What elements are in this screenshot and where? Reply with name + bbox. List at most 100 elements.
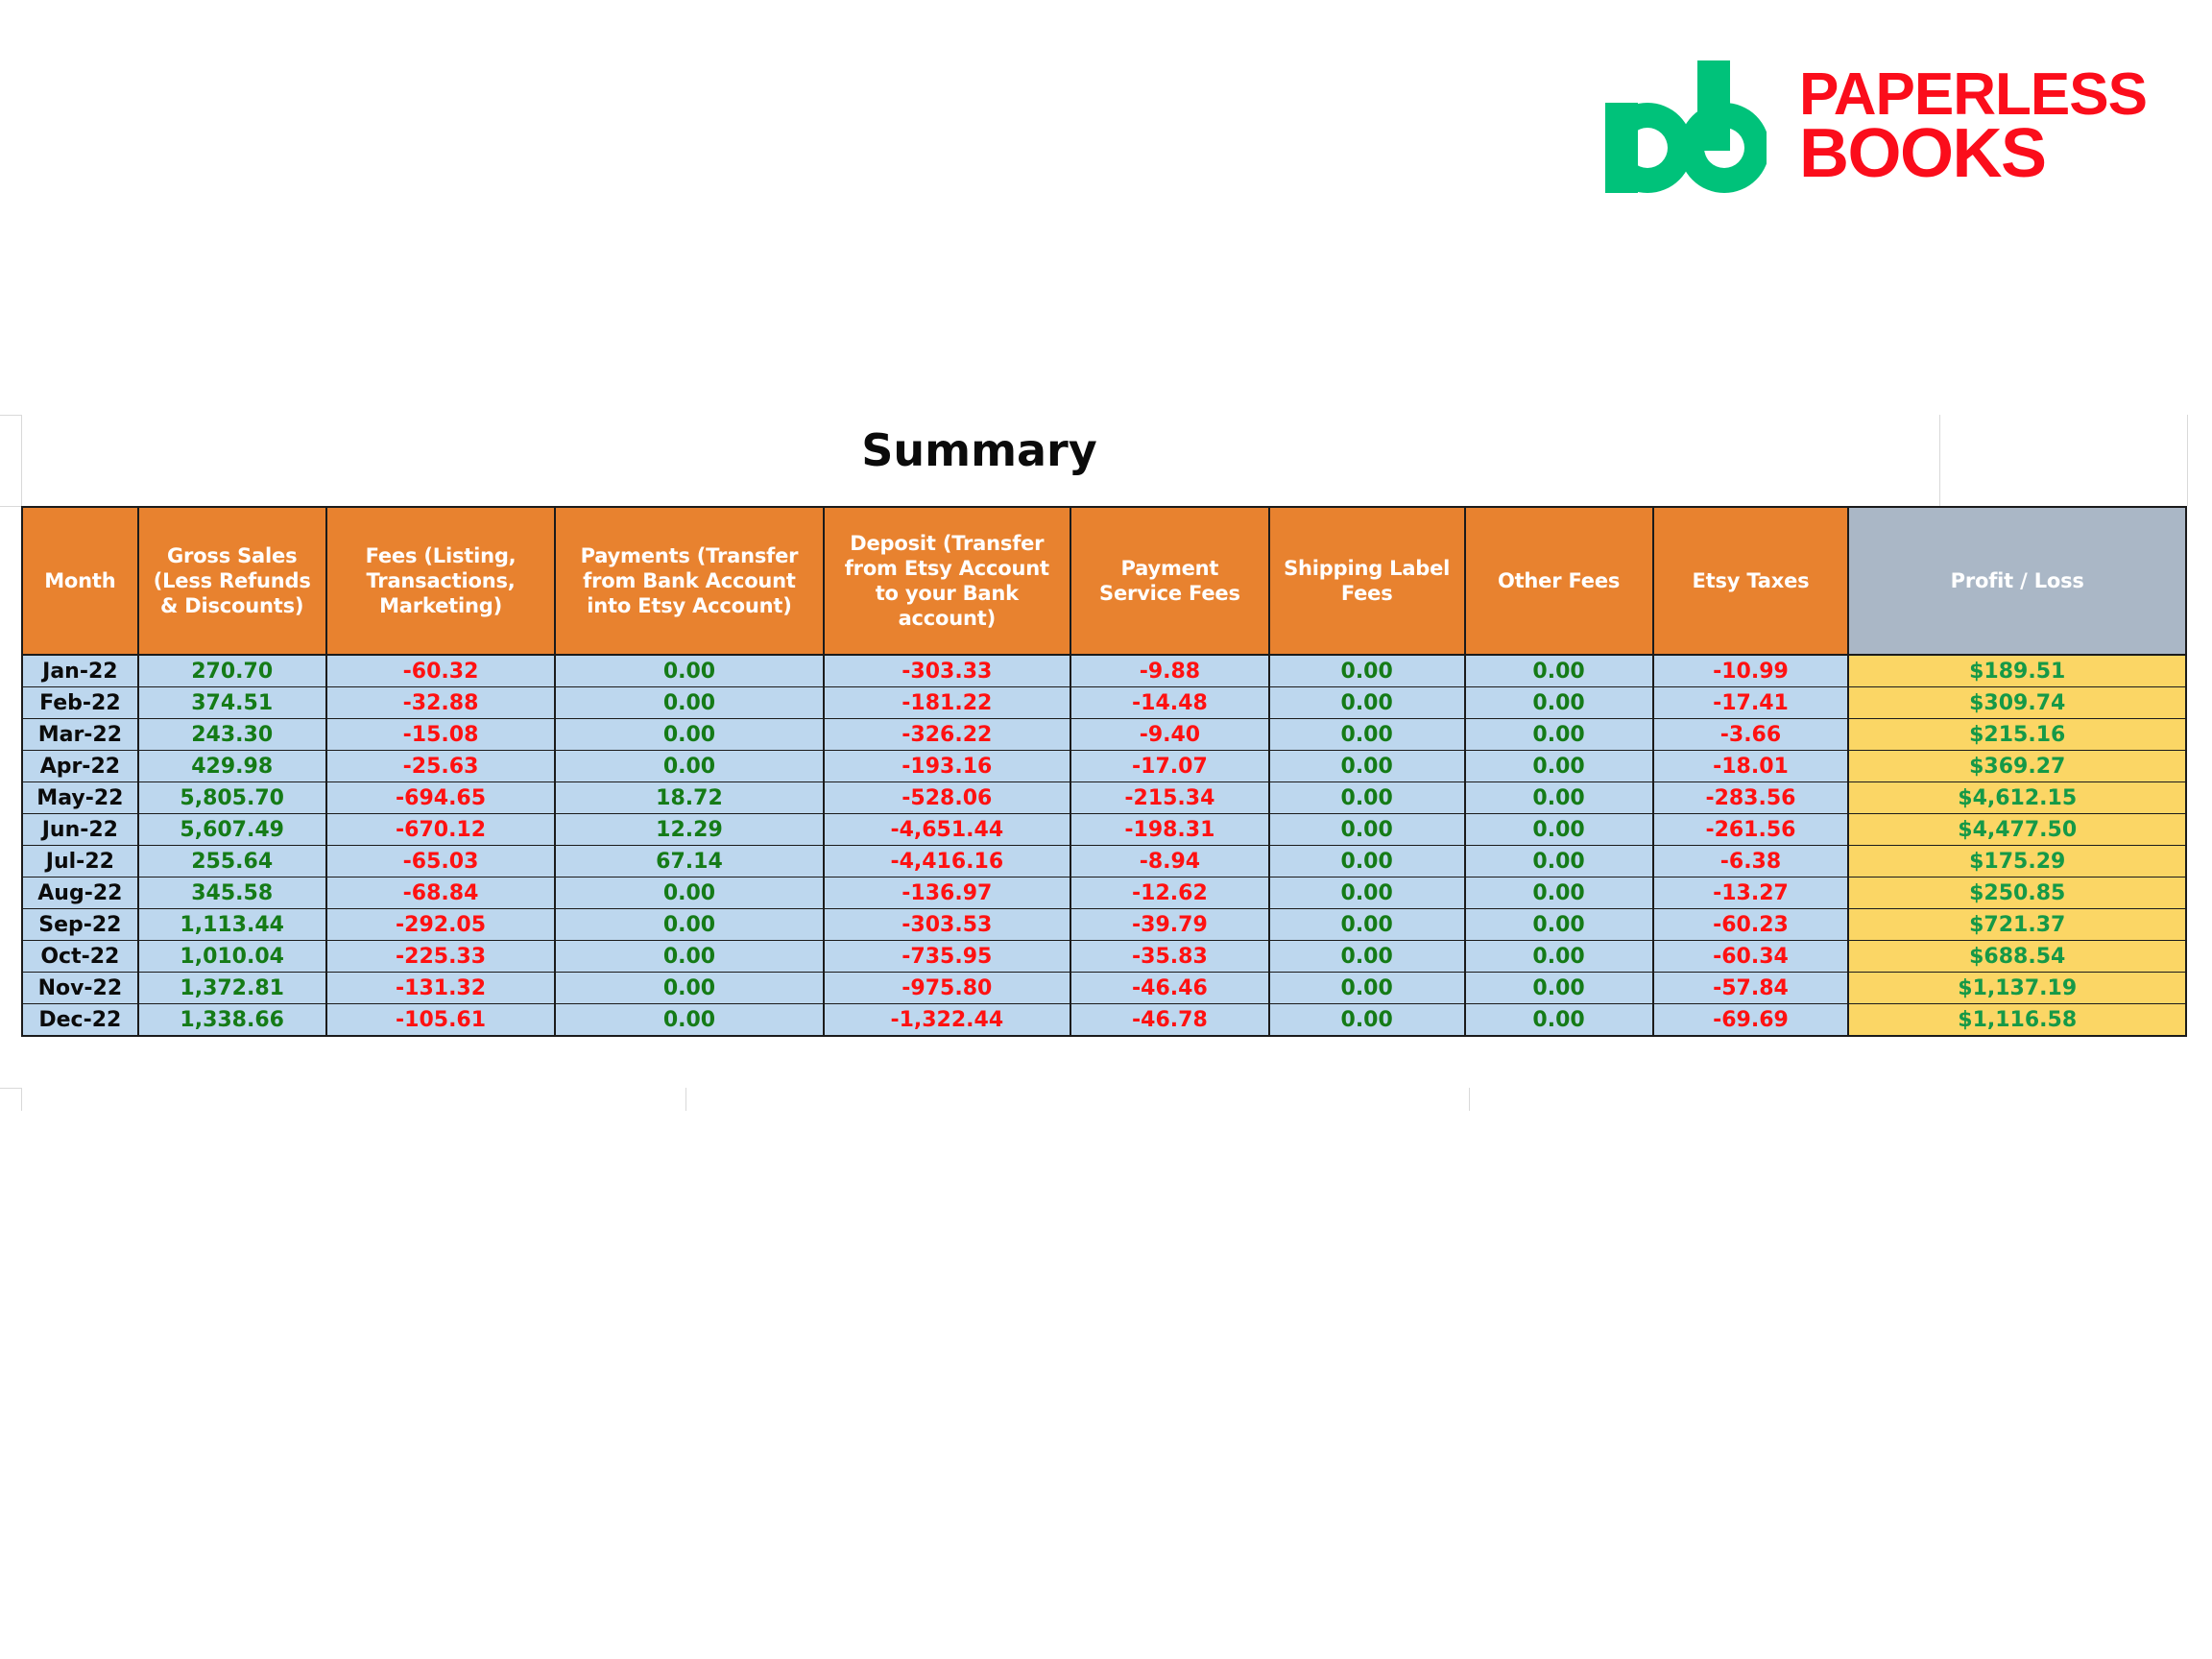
cell-fees[interactable]: -32.88 [325,686,557,719]
cell-other-fees[interactable]: 0.00 [1463,1003,1654,1037]
cell-gross-sales[interactable]: 1,372.81 [136,972,327,1004]
cell-other-fees[interactable]: 0.00 [1463,654,1654,687]
cell-fees[interactable]: -65.03 [325,845,557,878]
cell-fees[interactable]: -131.32 [325,972,557,1004]
cell-profit-loss[interactable]: $4,612.15 [1847,781,2187,814]
column-header-deposit[interactable]: Deposit (Transfer from Etsy Account to y… [822,506,1072,656]
cell-fees[interactable]: -68.84 [325,877,557,909]
cell-deposit[interactable]: -326.22 [822,718,1072,751]
cell-fees[interactable]: -694.65 [325,781,557,814]
cell-profit-loss[interactable]: $309.74 [1847,686,2187,719]
cell-profit-loss[interactable]: $215.16 [1847,718,2187,751]
cell-profit-loss[interactable]: $721.37 [1847,908,2187,941]
cell-deposit[interactable]: -4,651.44 [822,813,1072,846]
cell-other-fees[interactable]: 0.00 [1463,750,1654,782]
cell-other-fees[interactable]: 0.00 [1463,686,1654,719]
column-header-gross-sales[interactable]: Gross Sales (Less Refunds & Discounts) [136,506,327,656]
column-header-month[interactable]: Month [21,506,139,656]
cell-payments[interactable]: 0.00 [554,972,825,1004]
cell-gross-sales[interactable]: 255.64 [136,845,327,878]
cell-gross-sales[interactable]: 1,113.44 [136,908,327,941]
cell-month[interactable]: Feb-22 [21,686,139,719]
column-header-etsy-taxes[interactable]: Etsy Taxes [1651,506,1850,656]
cell-month[interactable]: Dec-22 [21,1003,139,1037]
cell-payments[interactable]: 12.29 [554,813,825,846]
cell-deposit[interactable]: -136.97 [822,877,1072,909]
cell-gross-sales[interactable]: 5,805.70 [136,781,327,814]
cell-etsy-taxes[interactable]: -57.84 [1651,972,1850,1004]
cell-payments[interactable]: 67.14 [554,845,825,878]
cell-profit-loss[interactable]: $688.54 [1847,940,2187,973]
column-header-payment-service-fees[interactable]: Payment Service Fees [1070,506,1270,656]
cell-gross-sales[interactable]: 1,338.66 [136,1003,327,1037]
cell-month[interactable]: Sep-22 [21,908,139,941]
cell-payment-service-fees[interactable]: -9.40 [1070,718,1270,751]
cell-etsy-taxes[interactable]: -60.34 [1651,940,1850,973]
cell-payment-service-fees[interactable]: -198.31 [1070,813,1270,846]
cell-payments[interactable]: 0.00 [554,686,825,719]
cell-etsy-taxes[interactable]: -10.99 [1651,654,1850,687]
cell-deposit[interactable]: -181.22 [822,686,1072,719]
cell-payments[interactable]: 0.00 [554,908,825,941]
cell-payment-service-fees[interactable]: -215.34 [1070,781,1270,814]
cell-shipping-label-fees[interactable]: 0.00 [1267,813,1466,846]
cell-fees[interactable]: -15.08 [325,718,557,751]
cell-gross-sales[interactable]: 345.58 [136,877,327,909]
cell-deposit[interactable]: -4,416.16 [822,845,1072,878]
cell-month[interactable]: Jan-22 [21,654,139,687]
cell-payment-service-fees[interactable]: -46.78 [1070,1003,1270,1037]
cell-etsy-taxes[interactable]: -283.56 [1651,781,1850,814]
cell-etsy-taxes[interactable]: -13.27 [1651,877,1850,909]
cell-shipping-label-fees[interactable]: 0.00 [1267,654,1466,687]
cell-deposit[interactable]: -528.06 [822,781,1072,814]
cell-etsy-taxes[interactable]: -17.41 [1651,686,1850,719]
cell-shipping-label-fees[interactable]: 0.00 [1267,718,1466,751]
cell-profit-loss[interactable]: $4,477.50 [1847,813,2187,846]
cell-payment-service-fees[interactable]: -8.94 [1070,845,1270,878]
cell-etsy-taxes[interactable]: -69.69 [1651,1003,1850,1037]
cell-profit-loss[interactable]: $175.29 [1847,845,2187,878]
cell-payment-service-fees[interactable]: -12.62 [1070,877,1270,909]
cell-other-fees[interactable]: 0.00 [1463,940,1654,973]
column-header-payments[interactable]: Payments (Transfer from Bank Account int… [554,506,825,656]
cell-payment-service-fees[interactable]: -46.46 [1070,972,1270,1004]
cell-fees[interactable]: -60.32 [325,654,557,687]
cell-shipping-label-fees[interactable]: 0.00 [1267,1003,1466,1037]
cell-month[interactable]: Jun-22 [21,813,139,846]
cell-shipping-label-fees[interactable]: 0.00 [1267,845,1466,878]
cell-profit-loss[interactable]: $189.51 [1847,654,2187,687]
cell-fees[interactable]: -292.05 [325,908,557,941]
cell-deposit[interactable]: -1,322.44 [822,1003,1072,1037]
cell-month[interactable]: Oct-22 [21,940,139,973]
cell-payments[interactable]: 0.00 [554,654,825,687]
cell-gross-sales[interactable]: 5,607.49 [136,813,327,846]
cell-etsy-taxes[interactable]: -261.56 [1651,813,1850,846]
cell-fees[interactable]: -670.12 [325,813,557,846]
cell-etsy-taxes[interactable]: -18.01 [1651,750,1850,782]
cell-payments[interactable]: 18.72 [554,781,825,814]
cell-profit-loss[interactable]: $1,137.19 [1847,972,2187,1004]
cell-deposit[interactable]: -303.33 [822,654,1072,687]
cell-gross-sales[interactable]: 429.98 [136,750,327,782]
cell-payments[interactable]: 0.00 [554,1003,825,1037]
cell-shipping-label-fees[interactable]: 0.00 [1267,972,1466,1004]
column-header-shipping-label-fees[interactable]: Shipping Label Fees [1267,506,1466,656]
column-header-profit-loss[interactable]: Profit / Loss [1847,506,2187,656]
cell-deposit[interactable]: -735.95 [822,940,1072,973]
cell-month[interactable]: Aug-22 [21,877,139,909]
cell-fees[interactable]: -25.63 [325,750,557,782]
cell-profit-loss[interactable]: $369.27 [1847,750,2187,782]
cell-other-fees[interactable]: 0.00 [1463,972,1654,1004]
cell-payment-service-fees[interactable]: -9.88 [1070,654,1270,687]
cell-other-fees[interactable]: 0.00 [1463,877,1654,909]
cell-payment-service-fees[interactable]: -35.83 [1070,940,1270,973]
cell-payments[interactable]: 0.00 [554,940,825,973]
cell-profit-loss[interactable]: $250.85 [1847,877,2187,909]
cell-month[interactable]: Jul-22 [21,845,139,878]
cell-gross-sales[interactable]: 270.70 [136,654,327,687]
cell-shipping-label-fees[interactable]: 0.00 [1267,686,1466,719]
column-header-other-fees[interactable]: Other Fees [1463,506,1654,656]
cell-other-fees[interactable]: 0.00 [1463,845,1654,878]
cell-payments[interactable]: 0.00 [554,718,825,751]
cell-profit-loss[interactable]: $1,116.58 [1847,1003,2187,1037]
